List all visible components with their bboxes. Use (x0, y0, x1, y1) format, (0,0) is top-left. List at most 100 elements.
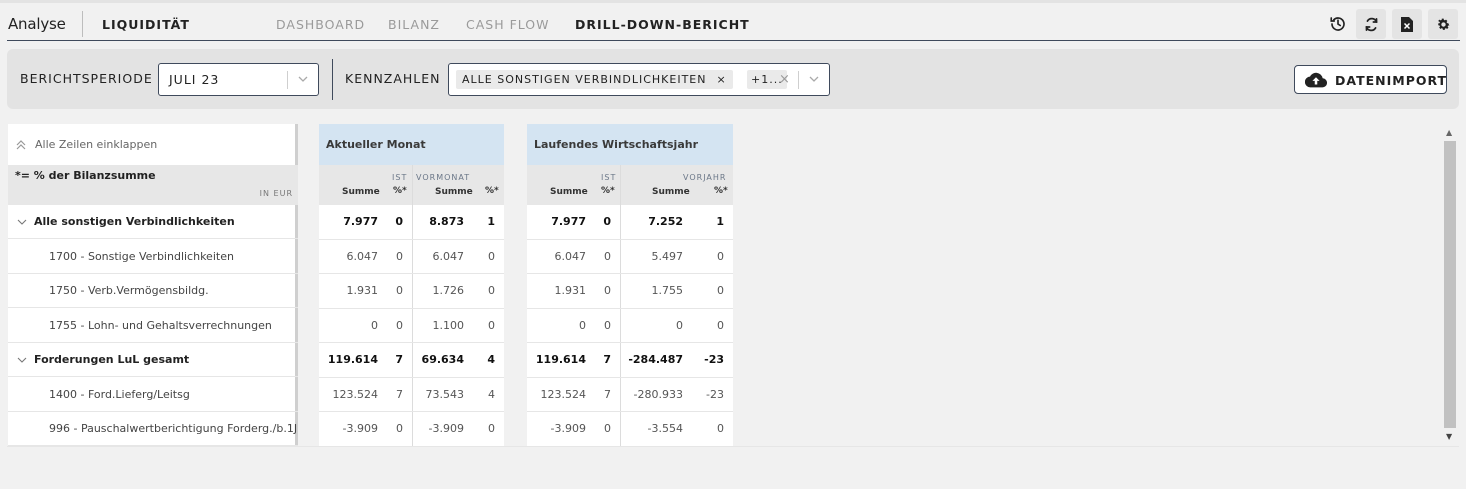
chip-remove-icon[interactable]: × (716, 73, 726, 86)
value-summe-compare: 1.100 (432, 318, 465, 332)
value-summe-compare: -280.933 (633, 387, 683, 401)
chevron-down-icon[interactable] (17, 217, 27, 227)
double-chevron-up-icon (16, 139, 26, 149)
select-separator (798, 71, 799, 89)
value-percent: 0 (396, 284, 403, 297)
value-percent: 7 (604, 387, 611, 401)
row-labels-column: Alle Zeilen einklappen *= % der Bilanzsu… (8, 124, 298, 446)
column-header-summe[interactable]: Summe (652, 187, 690, 197)
top-bar: Analyse LIQUIDITÄT DASHBOARD BILANZ CASH… (0, 0, 1466, 41)
divider (82, 11, 83, 37)
value-percent: 0 (604, 318, 611, 332)
value-percent-compare: 0 (717, 284, 724, 297)
period-value: JULI 23 (169, 72, 220, 87)
tab-dashboard[interactable]: DASHBOARD (276, 17, 365, 32)
scrollbar-thumb[interactable] (1444, 141, 1456, 428)
value-summe: 6.047 (554, 249, 587, 263)
row-divider (319, 411, 504, 412)
row-divider (319, 342, 504, 343)
unit-label: IN EUR (259, 189, 293, 198)
history-button[interactable] (1323, 9, 1353, 39)
datenimport-button[interactable]: DATENIMPORT (1294, 65, 1447, 94)
datenimport-label: DATENIMPORT (1335, 73, 1448, 88)
column-group-compare: VORJAHR (683, 173, 727, 182)
excel-export-icon (1401, 16, 1413, 32)
column-header-percent[interactable]: %* (714, 186, 728, 196)
account-row-label: 1700 - Sonstige Verbindlichkeiten (8, 240, 298, 274)
value-summe: 123.524 (332, 387, 379, 401)
column-divider (412, 165, 413, 446)
value-percent-compare: 0 (717, 422, 724, 435)
column-divider (620, 165, 621, 446)
column-header-summe[interactable]: Summe (435, 187, 473, 197)
excel-export-button[interactable] (1392, 9, 1422, 39)
chevron-down-icon[interactable] (17, 355, 27, 365)
cloud-upload-icon (1305, 72, 1327, 88)
row-divider (527, 273, 733, 274)
tab-cash-flow[interactable]: CASH FLOW (466, 17, 550, 32)
clear-icon[interactable]: × (779, 72, 790, 87)
group-row-label[interactable]: Alle sonstigen Verbindlichkeiten (8, 205, 298, 239)
settings-button[interactable] (1428, 9, 1458, 39)
tab-bilanz[interactable]: BILANZ (388, 17, 440, 32)
row-divider (527, 342, 733, 343)
value-summe-compare: 69.634 (421, 353, 464, 366)
row-divider (527, 238, 733, 240)
row-label: Alle sonstigen Verbindlichkeiten (34, 215, 235, 228)
column-header-summe[interactable]: Summe (342, 187, 380, 197)
row-divider (527, 445, 733, 447)
refresh-button[interactable] (1356, 9, 1386, 39)
value-percent-compare: 4 (488, 387, 495, 401)
value-percent: 0 (395, 215, 403, 228)
value-percent-compare: -23 (706, 387, 724, 401)
period-select[interactable]: JULI 23 (158, 63, 319, 96)
scroll-up-arrow[interactable]: ▲ (1446, 128, 1452, 137)
column-header-percent[interactable]: %* (485, 186, 499, 196)
value-percent: 7 (396, 387, 403, 401)
row-divider (527, 307, 733, 309)
chevron-down-icon[interactable] (807, 72, 821, 86)
value-percent-compare: 0 (717, 249, 724, 263)
period-label: BERICHTSPERIODE (20, 71, 153, 86)
value-summe-compare: 5.497 (651, 249, 684, 263)
tab-drill-down-bericht[interactable]: DRILL-DOWN-BERICHT (575, 17, 750, 32)
column-group-ist: IST (601, 173, 617, 182)
value-summe-compare: 6.047 (432, 249, 465, 263)
row-label: 1700 - Sonstige Verbindlichkeiten (49, 249, 234, 263)
group-row-label[interactable]: Forderungen LuL gesamt (8, 343, 298, 377)
kpi-label: KENNZAHLEN (345, 71, 441, 86)
chevron-down-icon[interactable] (296, 72, 310, 86)
value-summe: 1.931 (346, 284, 379, 297)
section-title: LIQUIDITÄT (102, 17, 190, 32)
column-header-percent[interactable]: %* (601, 186, 615, 196)
row-label: 1750 - Verb.Vermögensbildg. (49, 284, 209, 297)
value-summe: 123.524 (540, 387, 587, 401)
account-row-label: 1755 - Lohn- und Gehaltsverrechnungen (8, 309, 298, 343)
kpi-chip-label: ALLE SONSTIGEN VERBINDLICHKEITEN (462, 73, 707, 86)
select-separator (287, 71, 288, 89)
value-percent: 0 (604, 284, 611, 297)
scroll-down-arrow[interactable]: ▼ (1446, 432, 1452, 441)
value-percent-compare: -23 (704, 353, 724, 366)
column-group-title: Aktueller Monat (319, 124, 504, 165)
value-percent: 0 (604, 249, 611, 263)
value-percent-compare: 4 (487, 353, 495, 366)
column-group-compare: VORMONAT (416, 173, 471, 182)
value-percent: 7 (603, 353, 611, 366)
value-percent-compare: 0 (488, 249, 495, 263)
row-label: 1400 - Ford.Lieferg/Leitsg (49, 387, 190, 401)
value-summe: 7.977 (343, 215, 378, 228)
row-divider (527, 376, 733, 378)
column-header-summe[interactable]: Summe (550, 187, 588, 197)
collapse-all-button[interactable]: Alle Zeilen einklappen (8, 124, 298, 165)
collapse-all-label: Alle Zeilen einklappen (35, 138, 158, 151)
value-percent-compare: 1 (716, 215, 724, 228)
row-label: Forderungen LuL gesamt (34, 353, 190, 366)
kpi-select[interactable]: ALLE SONSTIGEN VERBINDLICHKEITEN × +1... … (448, 63, 830, 96)
value-summe-compare: 7.252 (648, 215, 683, 228)
column-header-percent[interactable]: %* (393, 186, 407, 196)
value-percent-compare: 0 (488, 422, 495, 435)
row-divider (319, 307, 504, 309)
value-summe: 6.047 (346, 249, 379, 263)
block-aktueller-monat: Aktueller Monat IST VORMONAT Summe %* Summe %*… (319, 124, 504, 447)
